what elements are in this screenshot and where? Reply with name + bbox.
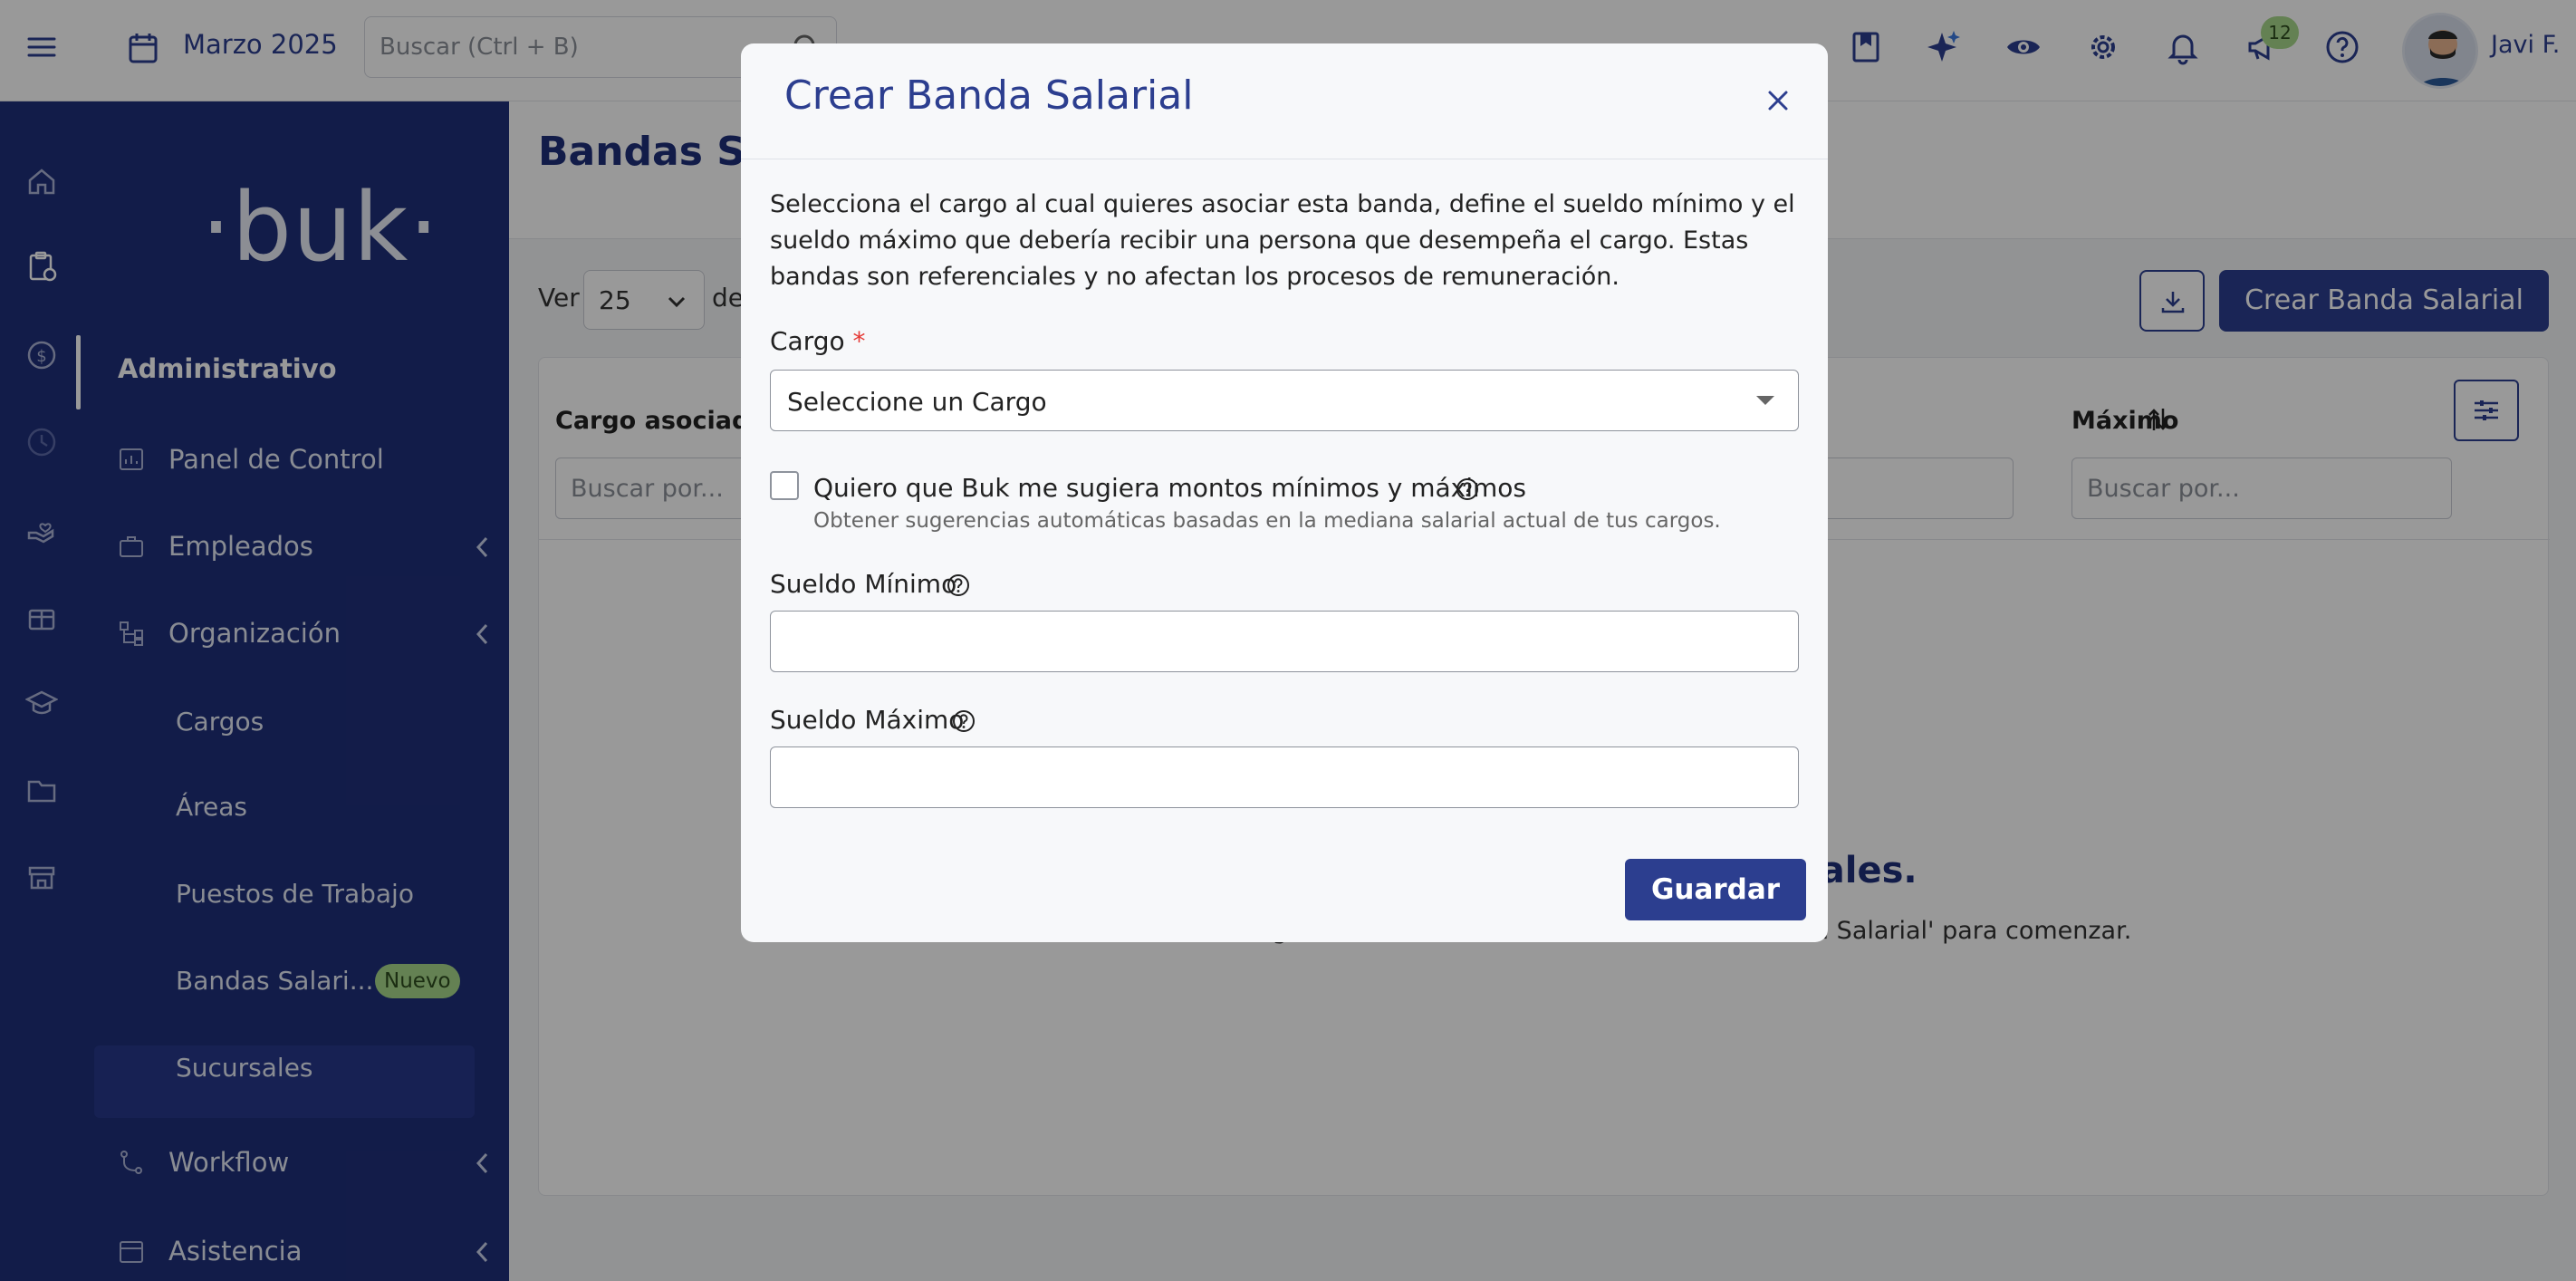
- cargo-label-text: Cargo: [770, 326, 845, 356]
- max-salary-input[interactable]: [770, 746, 1799, 808]
- cargo-select-value: Seleccione un Cargo: [787, 387, 1047, 417]
- create-band-modal: Crear Banda Salarial Selecciona el cargo…: [741, 43, 1828, 942]
- min-salary-label: Sueldo Mínimo: [770, 569, 957, 599]
- help-icon[interactable]: [946, 573, 971, 598]
- help-icon[interactable]: [1455, 477, 1480, 502]
- save-button[interactable]: Guardar: [1625, 859, 1806, 920]
- help-icon[interactable]: [951, 708, 976, 734]
- max-salary-label: Sueldo Máximo: [770, 705, 965, 735]
- min-salary-input[interactable]: [770, 611, 1799, 672]
- suggest-checkbox-hint: Obtener sugerencias automáticas basadas …: [813, 509, 1721, 533]
- suggest-checkbox[interactable]: [770, 471, 799, 500]
- modal-title: Crear Banda Salarial: [784, 72, 1194, 119]
- cargo-select[interactable]: Seleccione un Cargo: [770, 370, 1799, 431]
- required-mark: *: [852, 326, 866, 356]
- caret-down-icon: [1756, 396, 1774, 405]
- suggest-checkbox-label[interactable]: Quiero que Buk me sugiera montos mínimos…: [813, 473, 1526, 503]
- close-icon[interactable]: [1763, 85, 1793, 116]
- cargo-label: Cargo *: [770, 326, 866, 356]
- modal-header: Crear Banda Salarial: [741, 43, 1828, 159]
- modal-description: Selecciona el cargo al cual quieres asoc…: [770, 190, 1795, 291]
